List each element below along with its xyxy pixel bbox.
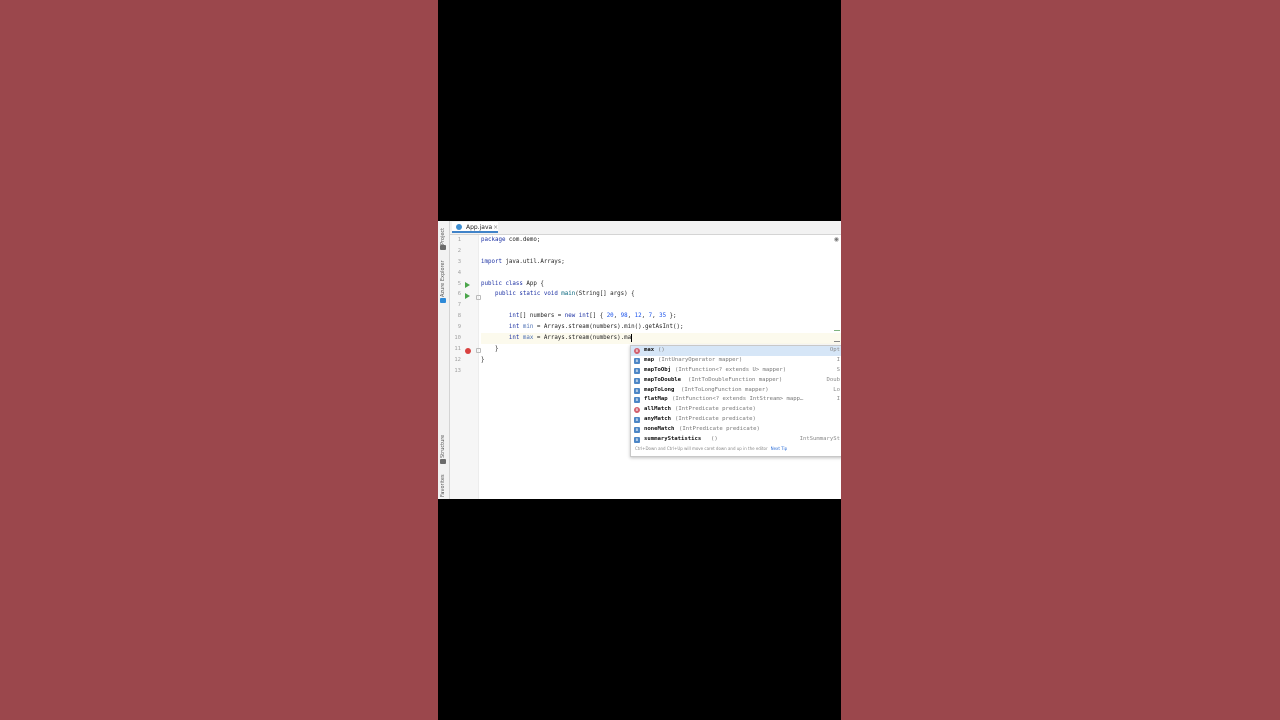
line-number: 8 (457, 313, 461, 320)
method-icon: m (634, 377, 640, 384)
close-icon[interactable]: × (493, 222, 498, 233)
method-icon: m (634, 407, 640, 414)
code-line-6: public static void main(String[] args) { (494, 291, 635, 298)
method-icon: m (634, 427, 640, 434)
completion-item[interactable]: m anyMatch (IntPredicate predicate) (631, 415, 841, 425)
run-class-icon[interactable] (465, 282, 470, 288)
tool-window-strip: Project Azure Explorer Structure Favorit… (438, 221, 450, 499)
method-icon: m (634, 348, 640, 354)
method-icon: m (634, 387, 640, 394)
line-number: 11 (454, 345, 461, 352)
completion-item[interactable]: m mapToDouble (IntToDoubleFunction mapper)… (631, 376, 841, 386)
method-icon: m (634, 397, 640, 404)
completion-item[interactable]: m summaryStatistics() IntSummarySt (631, 435, 841, 445)
project-icon (440, 245, 446, 250)
method-icon: m (634, 367, 640, 374)
code-line-9: int min = Arrays.stream(numbers).min().g… (508, 324, 684, 331)
completion-item[interactable]: m max() Opt (631, 346, 841, 356)
breakpoint-icon[interactable] (465, 348, 471, 354)
line-number: 13 (454, 367, 461, 374)
tool-window-structure[interactable]: Structure (439, 433, 448, 458)
next-tip-link[interactable]: Next Tip (771, 446, 788, 451)
method-icon: m (634, 437, 640, 444)
code-line-3: import java.util.Arrays; (481, 258, 565, 265)
line-number: 6 (457, 291, 461, 298)
line-number: 9 (457, 324, 461, 331)
tab-title: App.java (466, 224, 493, 231)
structure-icon (440, 459, 446, 464)
azure-icon (440, 298, 446, 303)
tool-window-azure-explorer[interactable]: Azure Explorer (439, 260, 448, 297)
code-line-8: int[] numbers = new int[] { 20, 98, 12, … (508, 313, 677, 320)
completion-item[interactable]: m noneMatch (IntPredicate predicate) (631, 425, 841, 435)
java-class-icon (456, 224, 462, 230)
line-number: 2 (457, 247, 461, 254)
tool-window-favorites[interactable]: Favorites (439, 471, 448, 497)
error-stripe-mark[interactable] (834, 341, 840, 342)
code-line-5: public class App { (481, 280, 544, 287)
completion-item[interactable]: m mapToObj (IntFunction<? extends U> mappe… (631, 366, 841, 376)
code-completion-popup: m max() Opt m map (IntUnaryOperator mapper) I… (630, 345, 841, 457)
line-numbers: 1 2 3 4 5 6 7 8 9 10 11 12 13 (452, 235, 461, 377)
tool-window-project[interactable]: Project (439, 225, 448, 245)
completion-item[interactable]: m map (IntUnaryOperator mapper) I (631, 356, 841, 366)
completion-hint: Ctrl+Down and Ctrl+Up will move caret do… (635, 446, 788, 451)
error-stripe-mark[interactable] (834, 330, 840, 331)
line-number: 7 (457, 302, 461, 309)
method-icon: m (634, 357, 640, 364)
completion-item[interactable]: m flatMap (IntFunction<? extends IntStream… (631, 395, 841, 405)
editor-tab-bar: App.java × (450, 221, 841, 235)
method-icon: m (634, 417, 640, 424)
tab-app-java[interactable]: App.java × (452, 222, 499, 233)
line-number: 12 (454, 356, 461, 363)
completion-item[interactable]: m allMatch (IntPredicate predicate) (631, 405, 841, 415)
text-caret (631, 333, 633, 342)
line-number: 1 (457, 237, 461, 243)
line-number: 3 (457, 258, 461, 265)
code-line-10: int max = Arrays.stream(numbers).ma (481, 333, 841, 344)
line-number: 5 (457, 280, 461, 287)
completion-item[interactable]: m mapToLong (IntToLongFunction mapper) Lo (631, 386, 841, 396)
code-line-1: package com.demo; (481, 237, 541, 243)
run-main-icon[interactable] (465, 293, 470, 299)
line-number: 4 (457, 269, 461, 276)
ide-window: Project Azure Explorer Structure Favorit… (438, 221, 841, 499)
line-number: 10 (454, 335, 461, 342)
